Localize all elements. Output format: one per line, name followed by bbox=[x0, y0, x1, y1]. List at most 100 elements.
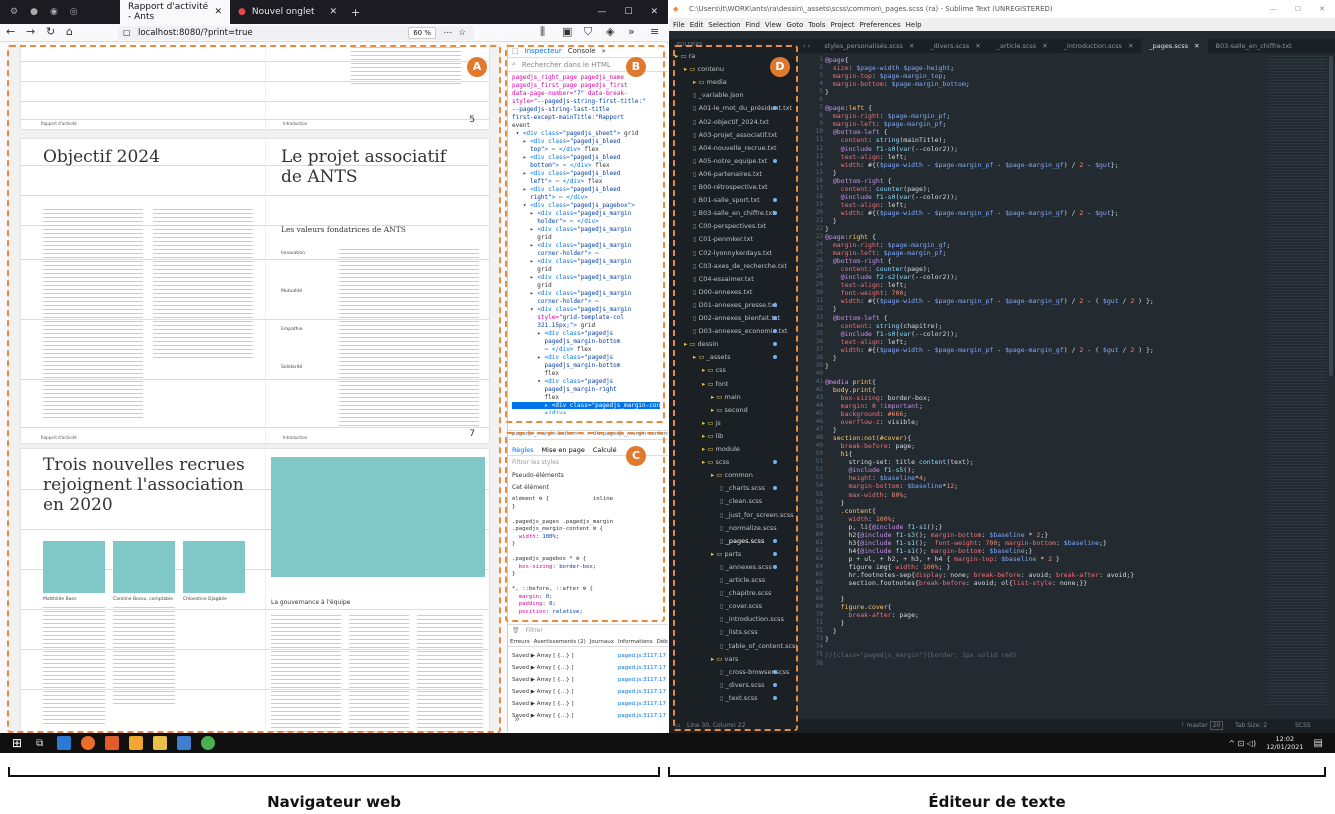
log-row[interactable]: Saved ▶ Array [ {…} ] paged.js:3117:17 bbox=[512, 710, 666, 722]
tab-introduction[interactable]: _introduction.scss ✕ bbox=[1056, 39, 1142, 53]
gear-icon[interactable]: ⚙ bbox=[10, 7, 18, 17]
back-icon[interactable]: ← bbox=[6, 25, 15, 38]
windows-start-icon[interactable]: ⊞ bbox=[12, 736, 22, 750]
bookmark-star-icon[interactable]: ☆ bbox=[458, 26, 466, 40]
pinned-icon[interactable]: ● bbox=[30, 7, 38, 17]
sublime-icon[interactable] bbox=[129, 736, 144, 750]
log-message: Saved ▶ Array [ {…} ] bbox=[512, 701, 574, 707]
tab-size[interactable]: Tab Size: 2 bbox=[1235, 722, 1267, 729]
tab-new[interactable]: ● Nouvel onglet ✕ bbox=[230, 0, 345, 24]
extension-icon[interactable]: ◈ bbox=[606, 25, 614, 38]
tab-rapport[interactable]: Rapport d'activité - Ants ✕ bbox=[120, 0, 230, 24]
editor-menubar: File Edit Selection Find View Goto Tools… bbox=[669, 18, 1335, 31]
console-tab-warnings[interactable]: Avertissements (2) bbox=[534, 639, 586, 645]
log-row[interactable]: Saved ▶ Array [ {…} ] paged.js:3117:17 bbox=[512, 674, 666, 686]
close-icon[interactable]: ✕ bbox=[650, 7, 658, 17]
home-icon[interactable]: ⌂ bbox=[66, 25, 73, 38]
menu-find[interactable]: Find bbox=[746, 21, 760, 29]
sidebar-icon[interactable]: ▣ bbox=[562, 25, 572, 38]
library-icon[interactable]: ⫼ bbox=[540, 25, 545, 39]
shield-icon[interactable]: ⛉ bbox=[584, 25, 592, 39]
log-row[interactable]: Saved ▶ Array [ {…} ] paged.js:3117:17 bbox=[512, 686, 666, 698]
syntax-mode[interactable]: SCSS bbox=[1295, 722, 1311, 729]
overflow-icon[interactable]: » bbox=[628, 25, 635, 38]
menu-project[interactable]: Project bbox=[831, 21, 855, 29]
close-icon[interactable]: ✕ bbox=[909, 42, 914, 50]
close-icon[interactable]: ✕ bbox=[975, 42, 980, 50]
tab-b03[interactable]: B03-salle_en_chiffre.txt bbox=[1208, 39, 1300, 53]
more-icon[interactable]: ⋯ bbox=[444, 26, 453, 40]
window-controls: — ☐ ✕ bbox=[1270, 0, 1325, 18]
console-tab-debug[interactable]: Déb bbox=[657, 639, 668, 645]
minimize-icon[interactable]: — bbox=[597, 7, 606, 17]
url-bar[interactable]: ▢ localhost:8080/?print=true 60 % ⋯ ☆ bbox=[118, 26, 474, 40]
console-tab-logs[interactable]: Journaux bbox=[590, 639, 614, 645]
editor-scrollbar[interactable] bbox=[1329, 56, 1333, 376]
branch-indicator[interactable]: ᚠ master 20 bbox=[1181, 721, 1224, 730]
tab-label: _divers.scss bbox=[930, 42, 970, 50]
bracket-editor bbox=[668, 767, 1326, 777]
pinned-icon[interactable]: ◉ bbox=[50, 7, 58, 17]
menu-tools[interactable]: Tools bbox=[808, 21, 825, 29]
zoom-level[interactable]: 60 % bbox=[408, 27, 436, 39]
tab-label: Rapport d'activité - Ants bbox=[128, 2, 209, 22]
maximize-icon[interactable]: ☐ bbox=[624, 7, 632, 17]
log-source: paged.js:3117:17 bbox=[617, 701, 666, 707]
trash-icon[interactable]: 🗑 bbox=[512, 627, 520, 634]
menu-view[interactable]: View bbox=[765, 21, 782, 29]
chrome-icon[interactable] bbox=[201, 736, 216, 750]
tab-pages[interactable]: _pages.scss ✕ bbox=[1141, 39, 1208, 53]
close-icon[interactable]: ✕ bbox=[1042, 42, 1047, 50]
menu-edit[interactable]: Edit bbox=[690, 21, 704, 29]
code-area[interactable]: @page{ size: $page-width $page-height; m… bbox=[825, 56, 1265, 706]
console-prompt-icon[interactable]: » bbox=[514, 714, 520, 725]
app-icon[interactable] bbox=[177, 736, 192, 750]
close-icon[interactable]: ✕ bbox=[1194, 42, 1199, 50]
app-icon[interactable] bbox=[105, 736, 120, 750]
menu-preferences[interactable]: Preferences bbox=[859, 21, 900, 29]
console-tab-errors[interactable]: Erreurs bbox=[510, 639, 530, 645]
clock[interactable]: 12:02 12/01/2021 bbox=[1266, 735, 1303, 751]
reload-icon[interactable]: ↻ bbox=[46, 25, 55, 38]
close-icon[interactable]: ✕ bbox=[329, 7, 337, 17]
minimize-icon[interactable]: — bbox=[1270, 0, 1277, 18]
pinned-tabs[interactable]: ⚙ ● ◉ ◎ bbox=[0, 7, 120, 17]
tab-label: _pages.scss bbox=[1149, 42, 1189, 50]
console-tab-info[interactable]: Informations bbox=[618, 639, 653, 645]
caption-editor: Éditeur de texte bbox=[928, 793, 1066, 811]
firefox-icon[interactable] bbox=[81, 736, 96, 750]
close-icon[interactable]: ✕ bbox=[214, 7, 222, 17]
tab-divers[interactable]: _divers.scss ✕ bbox=[922, 39, 988, 53]
tab-nav-icon[interactable]: ‹ › bbox=[797, 42, 816, 50]
close-icon[interactable]: ✕ bbox=[1319, 0, 1325, 18]
maximize-icon[interactable]: ☐ bbox=[1295, 0, 1301, 18]
log-row[interactable]: Saved ▶ Array [ {…} ] paged.js:3117:17 bbox=[512, 662, 666, 674]
system-tray-icons[interactable]: ^ ⊡ ◁) bbox=[1228, 739, 1256, 748]
callout-badge-c: C bbox=[626, 446, 646, 466]
console-filter-bar: 🗑 Filtrer bbox=[508, 624, 668, 636]
close-icon[interactable]: ✕ bbox=[1128, 42, 1133, 50]
minimap[interactable] bbox=[1267, 56, 1327, 706]
sublime-icon: ◆ bbox=[673, 5, 679, 13]
tab-styles[interactable]: styles_personalisés.scss ✕ bbox=[816, 39, 922, 53]
notification-icon[interactable]: ▤ bbox=[1314, 738, 1323, 749]
tab-article[interactable]: _article.scss ✕ bbox=[989, 39, 1056, 53]
menu-help[interactable]: Help bbox=[906, 21, 922, 29]
task-view-icon[interactable]: ⧉ bbox=[36, 738, 43, 749]
pinned-icon[interactable]: ◎ bbox=[70, 7, 78, 17]
browser-navbar: ← → ↻ ⌂ ▢ localhost:8080/?print=true 60 … bbox=[0, 24, 668, 42]
log-row[interactable]: Saved ▶ Array [ {…} ] paged.js:3117:17 bbox=[512, 698, 666, 710]
menu-selection[interactable]: Selection bbox=[708, 21, 740, 29]
app-icon[interactable] bbox=[57, 736, 72, 750]
console-tabs: Erreurs Avertissements (2) Journaux Info… bbox=[508, 637, 668, 647]
menu-goto[interactable]: Goto bbox=[787, 21, 804, 29]
menu-file[interactable]: File bbox=[673, 21, 685, 29]
folder-icon[interactable] bbox=[153, 736, 168, 750]
bracket-browser bbox=[8, 767, 660, 777]
plus-icon[interactable]: + bbox=[351, 6, 360, 19]
forward-icon[interactable]: → bbox=[26, 25, 35, 38]
tab-label: B03-salle_en_chiffre.txt bbox=[1215, 42, 1292, 50]
menu-icon[interactable]: ≡ bbox=[650, 25, 659, 38]
console-filter[interactable]: Filtrer bbox=[526, 627, 543, 634]
log-row[interactable]: Saved ▶ Array [ {…} ] paged.js:3117:17 bbox=[512, 650, 666, 662]
